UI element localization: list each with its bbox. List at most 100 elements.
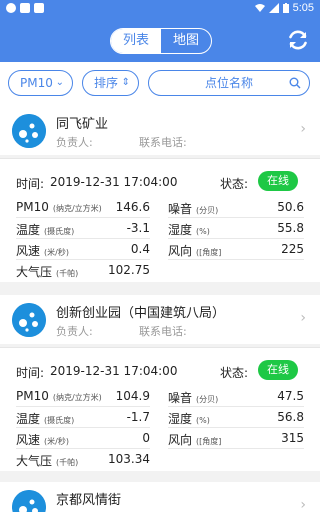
humidity-value: 56.8 xyxy=(277,410,304,424)
noise-cell: 噪音 (分贝) 47.5 xyxy=(168,385,304,407)
time-value: 2019-12-31 17:04:00 xyxy=(50,364,178,378)
site-name: 同飞矿业 xyxy=(56,117,109,132)
pm10-label: PM10 xyxy=(16,389,49,403)
sort-updown-icon: ⇕ xyxy=(121,77,130,88)
wind-dir-unit: ([角度] xyxy=(196,437,222,446)
wind-speed-unit: (米/秒) xyxy=(44,248,69,257)
wind-dir-value: 315 xyxy=(281,431,304,445)
status-badge: 在线 xyxy=(258,171,298,191)
humidity-value: 55.8 xyxy=(277,221,304,235)
temp-label: 温度 xyxy=(16,412,41,426)
search-input[interactable] xyxy=(174,76,284,90)
responsible-label: 负责人: xyxy=(56,136,93,149)
site-data-card: 时间: 2019-12-31 17:04:00 状态: 在线 PM10 (纳克/立… xyxy=(0,347,320,471)
notification-icons xyxy=(6,3,44,13)
site-name: 创新创业园（中国建筑八局） xyxy=(56,306,226,321)
humidity-unit: (%) xyxy=(196,227,210,236)
pressure-label: 大气压 xyxy=(16,265,53,279)
wifi-icon xyxy=(254,4,265,12)
wind-dir-value: 225 xyxy=(281,242,304,256)
pm10-cell: PM10 (纳克/立方米) 104.9 xyxy=(16,385,150,407)
wind-dir-cell: 风向 ([角度] 225 xyxy=(168,238,304,260)
pressure-value: 103.34 xyxy=(108,452,150,466)
wind-speed-unit: (米/秒) xyxy=(44,437,69,446)
noise-cell: 噪音 (分贝) 50.6 xyxy=(168,196,304,218)
site-logo-icon xyxy=(12,114,46,148)
wind-dir-label: 风向 xyxy=(168,433,193,447)
wind-speed-cell: 风速 (米/秒) 0.4 xyxy=(16,238,150,260)
site-data-card: 时间: 2019-12-31 17:04:00 状态: 在线 PM10 (纳克/立… xyxy=(0,158,320,282)
status-badge: 在线 xyxy=(258,360,298,380)
search-icon[interactable] xyxy=(289,77,301,89)
phone-label: 联系电话: xyxy=(139,325,187,338)
filter-bar: PM10 ⌄ 排序 ⇕ xyxy=(0,62,320,106)
noise-unit: (分贝) xyxy=(196,395,219,404)
noise-value: 50.6 xyxy=(277,200,304,214)
app-bar: 列表 地图 xyxy=(0,18,320,62)
refresh-icon[interactable] xyxy=(286,28,310,52)
pm10-cell: PM10 (纳克/立方米) 146.6 xyxy=(16,196,150,218)
wind-speed-label: 风速 xyxy=(16,244,41,258)
time-label: 时间: xyxy=(16,366,45,380)
noise-label: 噪音 xyxy=(168,202,193,216)
pm10-value: 146.6 xyxy=(115,200,150,214)
pressure-cell: 大气压 (千帕) 102.75 xyxy=(16,259,150,281)
chevron-right-icon: › xyxy=(300,497,306,512)
view-toggle: 列表 地图 xyxy=(110,28,212,54)
signal-icon xyxy=(268,3,279,13)
humidity-unit: (%) xyxy=(196,416,210,425)
pm10-unit: (纳克/立方米) xyxy=(52,204,102,213)
notification-icon xyxy=(6,3,16,13)
tab-map[interactable]: 地图 xyxy=(161,29,211,53)
wind-speed-value: 0.4 xyxy=(130,242,150,256)
phone-label: 联系电话: xyxy=(139,136,187,149)
responsible-label: 负责人: xyxy=(56,325,93,338)
temp-unit: (摄氏度) xyxy=(44,416,75,425)
site-item[interactable]: 同飞矿业 负责人: 联系电话: › xyxy=(0,106,320,155)
pressure-label: 大气压 xyxy=(16,454,53,468)
status-label: 状态: xyxy=(220,366,249,380)
status-right: 5:05 xyxy=(254,2,314,14)
search-box[interactable] xyxy=(148,70,310,96)
pressure-unit: (千帕) xyxy=(56,458,79,467)
sort-label: 排序 xyxy=(94,76,119,90)
temp-cell: 温度 (摄氏度) -1.7 xyxy=(16,406,150,428)
clock: 5:05 xyxy=(292,2,314,14)
noise-unit: (分贝) xyxy=(196,206,219,215)
temp-label: 温度 xyxy=(16,223,41,237)
pm10-value: 104.9 xyxy=(115,389,150,403)
noise-label: 噪音 xyxy=(168,391,193,405)
temp-unit: (摄氏度) xyxy=(44,227,75,236)
wind-dir-unit: ([角度] xyxy=(196,248,222,257)
battery-icon xyxy=(282,3,289,13)
site-logo-icon xyxy=(12,303,46,337)
wind-dir-label: 风向 xyxy=(168,244,193,258)
tab-list[interactable]: 列表 xyxy=(111,29,161,53)
site-logo-icon xyxy=(12,490,46,512)
pollutant-label: PM10 xyxy=(20,76,53,90)
temp-cell: 温度 (摄氏度) -3.1 xyxy=(16,217,150,239)
site-name: 京都风情街 xyxy=(56,493,122,508)
wind-speed-label: 风速 xyxy=(16,433,41,447)
chevron-right-icon: › xyxy=(300,310,306,326)
pollutant-select[interactable]: PM10 ⌄ xyxy=(8,70,73,96)
storage-icon xyxy=(34,3,44,13)
pm10-label: PM10 xyxy=(16,200,49,214)
sort-select[interactable]: 排序 ⇕ xyxy=(82,70,139,96)
humidity-cell: 湿度 (%) 56.8 xyxy=(168,406,304,428)
chevron-down-icon: ⌄ xyxy=(55,77,64,88)
noise-value: 47.5 xyxy=(277,389,304,403)
site-item[interactable]: 创新创业园（中国建筑八局） 负责人: 联系电话: › xyxy=(0,295,320,344)
temp-value: -3.1 xyxy=(126,221,150,235)
wind-dir-cell: 风向 ([角度] 315 xyxy=(168,427,304,449)
humidity-cell: 湿度 (%) 55.8 xyxy=(168,217,304,239)
pressure-cell: 大气压 (千帕) 103.34 xyxy=(16,448,150,470)
humidity-label: 湿度 xyxy=(168,223,193,237)
pressure-value: 102.75 xyxy=(108,263,150,277)
temp-value: -1.7 xyxy=(126,410,150,424)
pm10-unit: (纳克/立方米) xyxy=(52,393,102,402)
site-item[interactable]: 京都风情街 › xyxy=(0,482,320,512)
humidity-label: 湿度 xyxy=(168,412,193,426)
wind-speed-cell: 风速 (米/秒) 0 xyxy=(16,427,150,449)
time-label: 时间: xyxy=(16,177,45,191)
